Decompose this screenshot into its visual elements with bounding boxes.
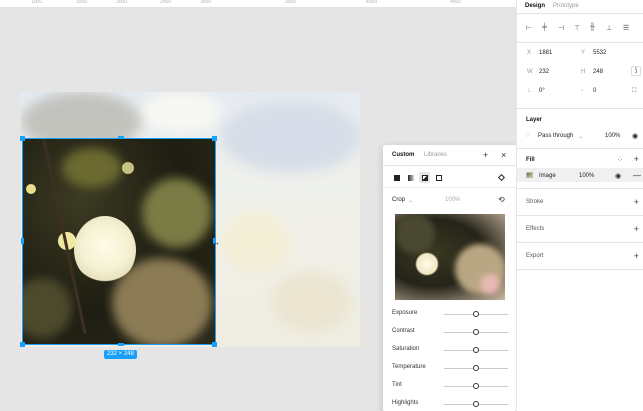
- tab-prototype[interactable]: Prototype: [553, 3, 579, 9]
- highlights-slider[interactable]: Highlights: [383, 395, 516, 411]
- layer-section: Layer ◌ Pass through ⌄ 100% ◉: [517, 109, 643, 149]
- resize-handle-tl[interactable]: [20, 136, 25, 141]
- image-preview: [395, 214, 505, 300]
- eye-icon[interactable]: ◉: [632, 132, 638, 140]
- corner-radius-icon: ◜: [581, 89, 584, 95]
- align-right-icon[interactable]: ⊣: [558, 24, 564, 32]
- width-input[interactable]: 232: [539, 69, 549, 75]
- slider-knob[interactable]: [473, 401, 479, 407]
- image-fill-swatch[interactable]: [526, 172, 533, 178]
- resize-handle-bl[interactable]: [20, 342, 25, 347]
- popover-header: Custom Libraries + ×: [383, 145, 516, 166]
- add-export-icon[interactable]: +: [634, 252, 639, 261]
- slider-knob[interactable]: [473, 383, 479, 389]
- tint-slider[interactable]: Tint: [383, 377, 516, 395]
- image-mode-row: [383, 166, 516, 188]
- export-section: Export +: [517, 243, 643, 270]
- crop-percent: 100%: [445, 197, 461, 203]
- ruler-tick: 1500: [76, 0, 88, 5]
- solid-fill-icon[interactable]: [391, 172, 402, 183]
- add-icon[interactable]: +: [483, 151, 488, 160]
- export-title: Export: [526, 253, 544, 259]
- video-fill-icon[interactable]: [433, 172, 444, 183]
- independent-corners-icon[interactable]: ⛶: [632, 88, 636, 95]
- ruler-tick: 3000: [200, 0, 212, 5]
- effects-title: Effects: [526, 226, 545, 232]
- layer-title: Layer: [526, 117, 543, 123]
- height-input[interactable]: 248: [593, 69, 603, 75]
- add-effect-icon[interactable]: +: [634, 225, 639, 234]
- image-fill-icon[interactable]: [419, 172, 430, 183]
- ruler-tick: 2500: [160, 0, 172, 5]
- corner-radius-input[interactable]: 0: [593, 88, 596, 94]
- crop-mode-select[interactable]: Crop: [392, 197, 405, 203]
- slider-knob[interactable]: [473, 311, 479, 317]
- selected-image[interactable]: [22, 138, 216, 345]
- rotate-icon[interactable]: ⟲: [498, 195, 505, 204]
- distribute-icon[interactable]: ☰: [623, 24, 629, 32]
- contrast-slider[interactable]: Contrast: [383, 323, 516, 341]
- image-settings-popover: Custom Libraries + × Crop ⌄ 100% ⟲ Expos…: [383, 145, 516, 411]
- ruler-tick: 4000: [366, 0, 378, 5]
- fill-title: Fill: [526, 157, 535, 163]
- slider-knob[interactable]: [473, 329, 479, 335]
- properties-panel: Design Prototype ⊢ ╪ ⊣ ⊤ ╫ ⊥ ☰ X 1881 Y …: [516, 0, 643, 411]
- rotation-icon: ∟: [527, 88, 533, 94]
- align-center-h-icon[interactable]: ╪: [542, 24, 547, 31]
- fill-type[interactable]: Image: [539, 173, 556, 179]
- top-ruler: 1000 1500 2000 2500 3000 3500 4000 4500: [0, 0, 516, 8]
- slider-knob[interactable]: [473, 347, 479, 353]
- blend-mode-select[interactable]: Pass through: [538, 133, 573, 139]
- alignment-toolbar: ⊢ ╪ ⊣ ⊤ ╫ ⊥ ☰: [517, 14, 643, 43]
- chevron-down-icon[interactable]: ⌄: [408, 197, 413, 204]
- ruler-tick: 1000: [31, 0, 43, 5]
- resize-cursor-icon: ↔: [212, 238, 220, 247]
- effects-section: Effects +: [517, 216, 643, 243]
- remove-fill-icon[interactable]: —: [633, 171, 641, 180]
- gradient-fill-icon[interactable]: [405, 172, 416, 183]
- align-middle-v-icon[interactable]: ╫: [590, 24, 595, 31]
- tab-custom[interactable]: Custom: [392, 152, 414, 158]
- rotation-input[interactable]: 0°: [539, 88, 545, 94]
- blend-mode-icon: ◌: [526, 133, 530, 139]
- constrain-proportions-icon[interactable]: ⟆: [631, 66, 641, 76]
- align-bottom-icon[interactable]: ⊥: [606, 24, 612, 32]
- tab-libraries[interactable]: Libraries: [424, 152, 447, 158]
- resize-handle-tr[interactable]: [212, 136, 217, 141]
- align-left-icon[interactable]: ⊢: [526, 24, 532, 32]
- slider-knob[interactable]: [473, 365, 479, 371]
- temperature-slider[interactable]: Temperature: [383, 359, 516, 377]
- close-icon[interactable]: ×: [501, 151, 506, 160]
- exposure-slider[interactable]: Exposure: [383, 305, 516, 323]
- ruler-tick: 4500: [450, 0, 462, 5]
- panel-tabs: Design Prototype: [517, 0, 643, 14]
- add-stroke-icon[interactable]: +: [634, 198, 639, 207]
- saturation-slider[interactable]: Saturation: [383, 341, 516, 359]
- y-input[interactable]: 5532: [593, 50, 606, 56]
- geometry-section: X 1881 Y 5532 W 232 H 248 ⟆ ∟ 0° ◜ 0 ⛶: [517, 43, 643, 109]
- tab-design[interactable]: Design: [525, 3, 545, 9]
- fill-styles-icon[interactable]: ⁘: [617, 156, 623, 164]
- stroke-section: Stroke +: [517, 189, 643, 216]
- resize-handle-top[interactable]: [118, 136, 124, 139]
- stroke-title: Stroke: [526, 199, 544, 205]
- ruler-tick: 2000: [116, 0, 128, 5]
- fill-section: Fill ⁘ + Image 100% ◉ —: [517, 149, 643, 189]
- add-fill-icon[interactable]: +: [634, 155, 639, 164]
- x-input[interactable]: 1881: [539, 50, 552, 56]
- flower: [74, 216, 136, 284]
- eye-icon[interactable]: ◉: [615, 172, 621, 180]
- layer-opacity-input[interactable]: 100%: [605, 133, 620, 139]
- resize-handle-left[interactable]: [21, 238, 24, 244]
- style-icon[interactable]: [496, 172, 507, 183]
- dimension-badge: 232 × 248: [104, 350, 137, 359]
- chevron-down-icon[interactable]: ⌄: [578, 133, 583, 140]
- align-top-icon[interactable]: ⊤: [574, 24, 580, 32]
- fill-opacity-input[interactable]: 100%: [579, 173, 594, 179]
- crop-row: Crop ⌄ 100% ⟲: [383, 188, 516, 210]
- resize-handle-br[interactable]: [212, 342, 217, 347]
- resize-handle-bottom[interactable]: [118, 343, 124, 346]
- ruler-tick: 3500: [285, 0, 297, 5]
